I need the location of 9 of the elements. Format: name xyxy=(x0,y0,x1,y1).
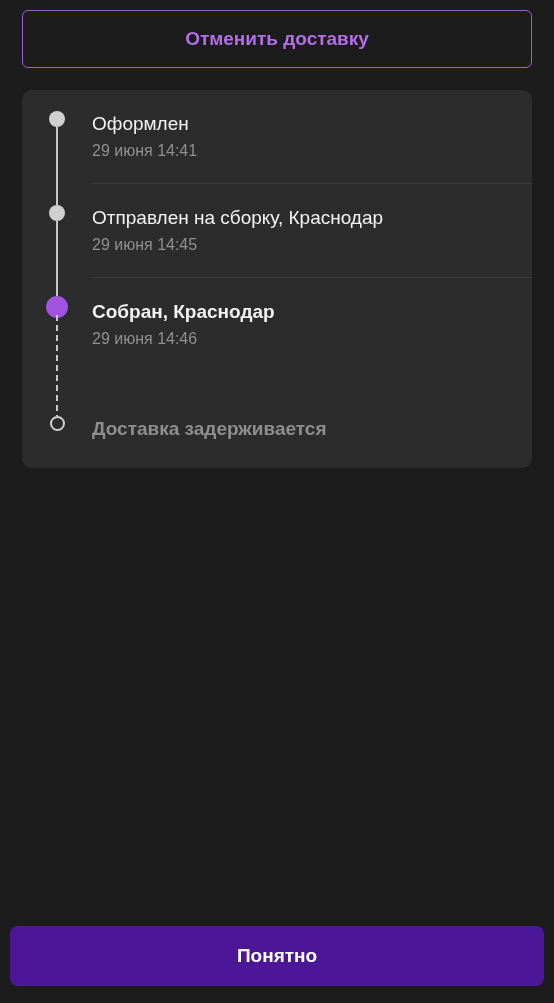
status-title: Доставка задерживается xyxy=(92,417,327,441)
cancel-delivery-button[interactable]: Отменить доставку xyxy=(22,10,532,68)
status-date: 29 июня 14:46 xyxy=(92,329,198,349)
status-date: 29 июня 14:45 xyxy=(92,235,198,255)
ok-button[interactable]: Понятно xyxy=(10,926,544,986)
status-title: Отправлен на сборку, Краснодар xyxy=(92,206,384,230)
status-title: Собран, Краснодар xyxy=(92,300,275,324)
status-title: Оформлен xyxy=(92,112,189,136)
status-date: 29 июня 14:41 xyxy=(92,141,198,161)
